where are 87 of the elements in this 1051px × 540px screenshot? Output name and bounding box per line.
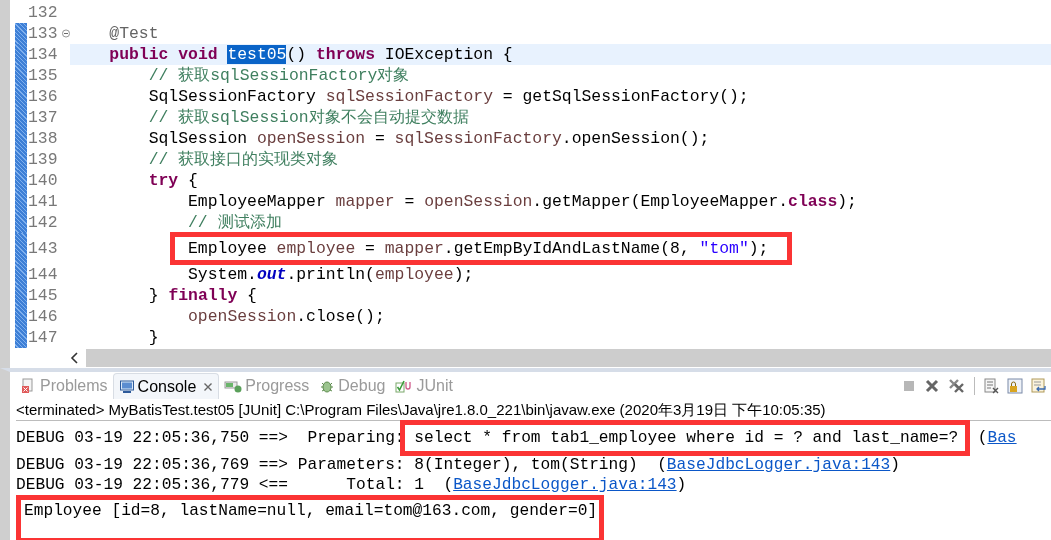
close-icon[interactable] bbox=[203, 381, 214, 392]
code-text: .println( bbox=[286, 265, 375, 284]
variable-name: openSession bbox=[187, 307, 297, 326]
code-text: IOException { bbox=[383, 45, 513, 64]
code-text: ); bbox=[453, 265, 474, 284]
annotation-text: @Test bbox=[108, 24, 159, 43]
code-text: = bbox=[403, 192, 416, 211]
code-comment: // 获取sqlSessionFactory对象 bbox=[147, 66, 410, 85]
line-number: 142 bbox=[27, 213, 59, 232]
keyword-text: void bbox=[177, 45, 219, 64]
line-number: 139 bbox=[27, 150, 59, 169]
close-icon[interactable] bbox=[924, 378, 940, 394]
code-text: .getEmpByIdAndLastName(8, bbox=[443, 239, 691, 258]
code-comment: // 测试添加 bbox=[187, 213, 282, 232]
code-text: .openSession(); bbox=[561, 129, 710, 148]
variable-name: mapper bbox=[384, 239, 444, 258]
code-text: SqlSessionFactory bbox=[147, 87, 317, 106]
line-number: 132 bbox=[27, 3, 59, 22]
variable-name: employee bbox=[374, 265, 454, 284]
line-number: 144 bbox=[27, 265, 59, 284]
console-text: select * from tab1_employee where id = ? and last_name=? bbox=[414, 429, 959, 447]
keyword-text: class bbox=[788, 192, 838, 211]
source-link[interactable]: BaseJdbcLogger.java:143 bbox=[666, 456, 891, 474]
line-number: 137 bbox=[27, 108, 59, 127]
variable-name: mapper bbox=[335, 192, 395, 211]
code-comment: // 获取接口的实现类对象 bbox=[147, 150, 339, 169]
keyword-text: public bbox=[108, 45, 169, 64]
keyword-text: throws bbox=[315, 45, 375, 64]
line-number: 145 bbox=[27, 286, 59, 305]
code-editor[interactable] bbox=[0, 0, 1051, 368]
variable-name: sqlSessionFactory bbox=[325, 87, 493, 106]
keyword-text: try bbox=[147, 171, 179, 190]
code-text: { bbox=[246, 286, 257, 305]
code-text: { bbox=[187, 171, 198, 190]
code-text: .close(); bbox=[296, 307, 385, 326]
console-text: DEBUG 03-19 22:05:36,779 <== Total: 1 ( bbox=[16, 476, 454, 494]
double-close-icon[interactable] bbox=[948, 378, 966, 394]
console-text: ) bbox=[890, 456, 900, 474]
source-link[interactable]: BaseJdbcLogger.java:143 bbox=[453, 476, 677, 494]
console-text: DEBUG 03-19 22:05:36,769 ==> Parameters: 8(Integer), tom(String) ( bbox=[16, 456, 667, 474]
progress-icon bbox=[224, 378, 243, 394]
variable-name: sqlSessionFactory bbox=[394, 129, 562, 148]
keyword-text: finally bbox=[168, 286, 238, 305]
line-number: 134 bbox=[27, 45, 59, 64]
code-text: EmployeeMapper bbox=[187, 192, 327, 211]
code-comment: // 获取sqlSession对象不会自动提交数据 bbox=[147, 108, 469, 127]
console-title: <terminated> MyBatisTest.test05 [JUnit] C:\Program Files\Java\jre1.8.0_221\bin\javaw.exe (2020年3月19日 下午10:05:35) bbox=[16, 400, 1051, 421]
bug-icon bbox=[319, 378, 336, 394]
lock-icon[interactable] bbox=[1007, 378, 1023, 394]
code-text: .getMapper(EmployeeMapper. bbox=[532, 192, 789, 211]
line-number: 136 bbox=[27, 87, 59, 106]
console-text: DEBUG 03-19 22:05:36,750 ==> Preparing: bbox=[16, 429, 406, 447]
monitor-icon bbox=[118, 378, 135, 395]
source-link[interactable]: Bas bbox=[987, 429, 1017, 447]
variable-name: openSession bbox=[424, 192, 533, 211]
line-number: 133 bbox=[27, 24, 59, 43]
scroll-left-icon[interactable] bbox=[70, 352, 80, 365]
code-text: ); bbox=[748, 239, 769, 258]
code-text: = getSqlSessionFactory(); bbox=[501, 87, 749, 106]
code-text: } bbox=[147, 286, 160, 305]
code-text: } bbox=[147, 328, 159, 347]
line-number: 143 bbox=[27, 239, 59, 258]
code-text: Employee bbox=[187, 239, 268, 258]
console-text: ) bbox=[676, 476, 687, 494]
code-text: = bbox=[373, 129, 386, 148]
code-text: = bbox=[364, 239, 376, 258]
code-text: SqlSession bbox=[147, 129, 249, 148]
console-text: ( bbox=[976, 429, 988, 447]
line-number: 140 bbox=[27, 171, 59, 190]
line-number: 146 bbox=[27, 307, 59, 326]
console-text: Employee [id=8, lastName=null, email=tom@163.com, gender=0] bbox=[24, 502, 598, 520]
code-text: () bbox=[286, 45, 308, 64]
code-text: System. bbox=[187, 265, 257, 284]
line-number: 135 bbox=[27, 66, 59, 85]
document-icon[interactable] bbox=[983, 378, 999, 394]
view-tab[interactable]: Console bbox=[112, 373, 220, 399]
variable-name: employee bbox=[276, 239, 356, 258]
collapse-icon[interactable] bbox=[62, 29, 70, 38]
junit-icon bbox=[395, 378, 414, 394]
code-text: ); bbox=[837, 192, 857, 211]
line-number: 138 bbox=[27, 129, 59, 148]
variable-name: openSession bbox=[256, 129, 366, 148]
string-literal: "tom" bbox=[699, 239, 749, 258]
line-number: 147 bbox=[27, 328, 59, 347]
field-name: out bbox=[256, 265, 287, 284]
line-number: 141 bbox=[27, 192, 59, 211]
selected-text: test05 bbox=[227, 45, 287, 64]
